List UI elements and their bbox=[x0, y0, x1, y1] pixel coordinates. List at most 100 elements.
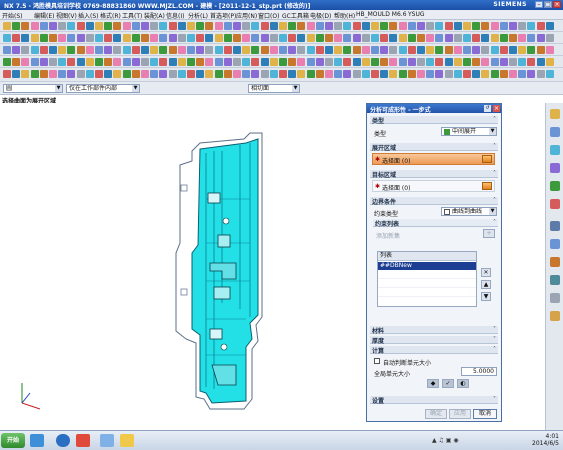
toolbar-tool-icon[interactable] bbox=[223, 58, 232, 66]
menu-view[interactable]: 视图(V) bbox=[56, 11, 77, 20]
move-up-icon[interactable]: ▲ bbox=[481, 280, 491, 289]
toolbar-tool-icon[interactable] bbox=[122, 58, 131, 66]
toolbar-tool-icon[interactable] bbox=[76, 22, 85, 30]
toolbar-tool-icon[interactable] bbox=[122, 46, 131, 54]
toolbar-tool-icon[interactable] bbox=[95, 22, 103, 30]
toolbar-tool-icon[interactable] bbox=[177, 70, 186, 78]
browser-icon[interactable] bbox=[56, 434, 70, 447]
toolbar-tool-icon[interactable] bbox=[269, 34, 278, 42]
toolbar-tool-icon[interactable] bbox=[288, 34, 297, 42]
toolbar-tool-icon[interactable] bbox=[168, 46, 177, 54]
toolbar-tool-icon[interactable] bbox=[472, 34, 481, 42]
toolbar-tool-icon[interactable] bbox=[104, 58, 113, 66]
toolbar-tool-icon[interactable] bbox=[334, 46, 343, 54]
toolbar-tool-icon[interactable] bbox=[361, 34, 370, 42]
section-thickness[interactable]: 厚度 ˅ bbox=[370, 336, 498, 345]
toolbar-tool-icon[interactable] bbox=[159, 70, 168, 78]
constraint-type-combo[interactable]: 曲线到曲线 ▼ bbox=[441, 207, 497, 216]
toolbar-tool-icon[interactable] bbox=[214, 58, 223, 66]
toolbar-tool-icon[interactable] bbox=[12, 34, 21, 42]
toolbar-tool-icon[interactable] bbox=[260, 58, 269, 66]
toolbar-tool-icon[interactable] bbox=[518, 34, 527, 42]
toolbar-tool-icon[interactable] bbox=[288, 46, 297, 54]
menu-help[interactable]: 帮助(H) bbox=[334, 11, 355, 20]
toolbar-tool-icon[interactable] bbox=[58, 22, 67, 30]
toolbar-tool-icon[interactable] bbox=[21, 70, 30, 78]
toolbar-tool-icon[interactable] bbox=[518, 70, 527, 78]
toolbar-tool-icon[interactable] bbox=[269, 58, 278, 66]
toolbar-tool-icon[interactable] bbox=[380, 46, 389, 54]
toolbar-tool-icon[interactable] bbox=[343, 70, 352, 78]
toolbar-tool-icon[interactable] bbox=[545, 46, 554, 54]
toolbar-tool-icon[interactable] bbox=[39, 34, 48, 42]
toolbar-tool-icon[interactable] bbox=[3, 58, 11, 66]
toolbar-tool-icon[interactable] bbox=[463, 70, 471, 78]
toolbar-tool-icon[interactable] bbox=[371, 58, 379, 66]
toolbar-tool-icon[interactable] bbox=[371, 46, 379, 54]
toolbar-tool-icon[interactable] bbox=[371, 22, 379, 30]
toolbar-tool-icon[interactable] bbox=[407, 46, 416, 54]
toolbar-tool-icon[interactable] bbox=[527, 34, 536, 42]
menu-hb-mould[interactable]: HB_MOULD M6.6 bbox=[356, 11, 407, 18]
display-icon[interactable]: ◐ bbox=[457, 379, 469, 388]
toolbar-tool-icon[interactable] bbox=[67, 46, 76, 54]
toolbar-tool-icon[interactable] bbox=[159, 22, 168, 30]
toolbar-tool-icon[interactable] bbox=[49, 58, 57, 66]
constraint-navigator-icon[interactable] bbox=[550, 127, 560, 137]
toolbar-tool-icon[interactable] bbox=[187, 34, 195, 42]
toolbar-tool-icon[interactable] bbox=[67, 34, 76, 42]
move-down-icon[interactable]: ▼ bbox=[481, 292, 491, 301]
toolbar-tool-icon[interactable] bbox=[325, 46, 333, 54]
select-face-icon[interactable] bbox=[482, 182, 492, 190]
toolbar-tool-icon[interactable] bbox=[168, 58, 177, 66]
toolbar-tool-icon[interactable] bbox=[325, 70, 333, 78]
unfold-face-selector[interactable]: ✱ 选择面 (0) bbox=[372, 153, 495, 165]
toolbar-tool-icon[interactable] bbox=[279, 70, 287, 78]
toolbar-tool-icon[interactable] bbox=[21, 22, 30, 30]
toolbar-tool-icon[interactable] bbox=[306, 58, 315, 66]
toolbar-tool-icon[interactable] bbox=[499, 70, 508, 78]
toolbar-tool-icon[interactable] bbox=[76, 34, 85, 42]
toolbar-tool-icon[interactable] bbox=[141, 46, 149, 54]
toolbar-tool-icon[interactable] bbox=[141, 58, 149, 66]
menu-edit[interactable]: 编辑(E) bbox=[34, 11, 54, 20]
toolbar-tool-icon[interactable] bbox=[417, 58, 425, 66]
toolbar-tool-icon[interactable] bbox=[269, 70, 278, 78]
toolbar-tool-icon[interactable] bbox=[196, 58, 205, 66]
toolbar-tool-icon[interactable] bbox=[444, 22, 453, 30]
toolbar-tool-icon[interactable] bbox=[196, 22, 205, 30]
close-icon[interactable]: × bbox=[553, 1, 561, 8]
toolbar-tool-icon[interactable] bbox=[177, 34, 186, 42]
toolbar-tool-icon[interactable] bbox=[297, 58, 306, 66]
toolbar-tool-icon[interactable] bbox=[389, 34, 398, 42]
toolbar-tool-icon[interactable] bbox=[315, 70, 324, 78]
toolbar-tool-icon[interactable] bbox=[389, 70, 398, 78]
ok-button[interactable]: 确定 bbox=[425, 409, 447, 419]
section-constraint-list[interactable]: 约束列表 ˄ bbox=[373, 219, 498, 228]
toolbar-tool-icon[interactable] bbox=[187, 58, 195, 66]
toolbar-tool-icon[interactable] bbox=[297, 46, 306, 54]
toolbar-tool-icon[interactable] bbox=[76, 58, 85, 66]
toolbar-tool-icon[interactable] bbox=[536, 70, 545, 78]
toolbar-tool-icon[interactable] bbox=[545, 34, 554, 42]
cancel-button[interactable]: 取消 bbox=[473, 409, 497, 419]
tray-icons[interactable]: ▲ ♫ ▣ ◉ bbox=[432, 437, 459, 444]
menu-ysug[interactable]: YSUG bbox=[408, 11, 425, 18]
toolbar-tool-icon[interactable] bbox=[361, 70, 370, 78]
toolbar-tool-icon[interactable] bbox=[131, 58, 140, 66]
toolbar-tool-icon[interactable] bbox=[325, 58, 333, 66]
toolbar-tool-icon[interactable] bbox=[159, 58, 168, 66]
toolbar-tool-icon[interactable] bbox=[30, 34, 39, 42]
toolbar-tool-icon[interactable] bbox=[30, 46, 39, 54]
toolbar-tool-icon[interactable] bbox=[389, 22, 398, 30]
toolbar-tool-icon[interactable] bbox=[150, 58, 159, 66]
toolbar-tool-icon[interactable] bbox=[150, 34, 159, 42]
toolbar-tool-icon[interactable] bbox=[3, 70, 11, 78]
reset-icon[interactable]: ↺ bbox=[484, 105, 491, 112]
clock[interactable]: 4:01 2014/6/5 bbox=[532, 433, 559, 447]
toolbar-tool-icon[interactable] bbox=[380, 58, 389, 66]
toolbar-tool-icon[interactable] bbox=[371, 34, 379, 42]
toolbar-tool-icon[interactable] bbox=[3, 22, 11, 30]
toolbar-tool-icon[interactable] bbox=[233, 70, 241, 78]
toolbar-tool-icon[interactable] bbox=[490, 70, 499, 78]
